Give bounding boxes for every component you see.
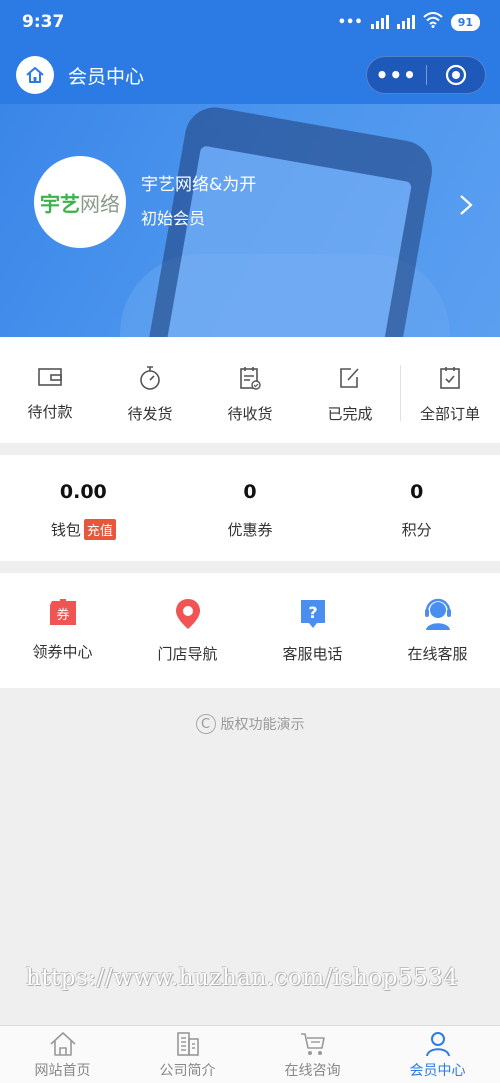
asset-wallet[interactable]: 0.00 钱包 充值 [0, 455, 167, 561]
timer-icon [140, 366, 160, 390]
building-icon [176, 1032, 199, 1056]
tab-label: 会员中心 [409, 1063, 466, 1079]
service-label: 客服电话 [282, 645, 343, 663]
location-pin-icon [175, 599, 200, 629]
asset-coupons[interactable]: 0 优惠券 [167, 455, 334, 561]
services-row: 券 领券中心 门店导航 ? 客服电话 在线客服 [0, 573, 500, 688]
asset-points[interactable]: 0 积分 [333, 455, 500, 561]
wallet-balance: 0.00 [59, 481, 107, 503]
order-label: 全部订单 [419, 405, 480, 423]
asset-label: 钱包 充值 [51, 519, 116, 540]
order-completed[interactable]: 已完成 [300, 337, 400, 443]
bottom-tab-bar: 网站首页 公司简介 在线咨询 会员中心 [0, 1025, 500, 1083]
copyright-text: 版权功能演示 [220, 717, 305, 733]
order-status-row: 待付款 待发货 待收货 已完成 全部订单 [0, 337, 500, 443]
service-coupon-center[interactable]: 券 领券中心 [0, 573, 125, 688]
service-online-support[interactable]: 在线客服 [375, 573, 500, 688]
coupon-icon: 券 [49, 599, 76, 625]
tab-member-center[interactable]: 会员中心 [375, 1026, 500, 1083]
help-bubble-icon: ? [300, 600, 325, 628]
user-icon [425, 1032, 450, 1057]
service-label: 门店导航 [157, 645, 218, 663]
service-label: 在线客服 [407, 645, 468, 663]
home-button[interactable] [16, 56, 54, 94]
order-pending-receipt[interactable]: 待收货 [200, 337, 300, 443]
asset-label: 优惠券 [227, 521, 273, 539]
avatar-logo: 宇艺网络 [40, 191, 120, 216]
order-label: 待发货 [127, 405, 173, 423]
target-icon [445, 64, 466, 86]
copyright-icon: C [195, 714, 216, 734]
svg-text:券: 券 [56, 607, 69, 623]
user-name: 宇艺网络&为开 [141, 175, 257, 195]
battery-indicator: 91 [450, 13, 480, 31]
watermark: https://www.huzhan.com/ishop5534 [26, 965, 459, 991]
svg-text:?: ? [308, 603, 317, 622]
order-all[interactable]: 全部订单 [400, 337, 500, 443]
checklist-icon [440, 367, 460, 389]
member-level: 初始会员 [141, 209, 206, 228]
assets-row: 0.00 钱包 充值 0 优惠券 0 积分 [0, 455, 500, 561]
copyright-notice: C 版权功能演示 [0, 714, 500, 734]
service-hotline[interactable]: ? 客服电话 [250, 573, 375, 688]
tab-label: 公司简介 [159, 1063, 216, 1079]
profile-banner[interactable]: 宇艺网络 宇艺网络&为开 初始会员 [0, 104, 500, 337]
headset-agent-icon [424, 598, 451, 630]
signal-icon-2 [396, 15, 415, 29]
signal-icon [370, 15, 389, 29]
status-icons: ••• 91 [338, 12, 480, 32]
recharge-badge[interactable]: 充值 [83, 519, 116, 540]
wifi-icon [423, 12, 443, 32]
more-button[interactable]: ••• [367, 63, 426, 87]
tab-about[interactable]: 公司简介 [125, 1026, 250, 1083]
tab-consult[interactable]: 在线咨询 [250, 1026, 375, 1083]
order-label: 待付款 [27, 403, 73, 421]
tab-label: 在线咨询 [284, 1063, 341, 1079]
tab-home[interactable]: 网站首页 [0, 1026, 125, 1083]
dots-icon: ••• [337, 14, 363, 30]
calendar-check-icon [240, 367, 261, 390]
mini-program-capsule: ••• [366, 56, 486, 94]
chevron-right-icon[interactable] [458, 194, 474, 216]
page-title: 会员中心 [68, 66, 145, 88]
cart-icon [300, 1033, 325, 1055]
home-icon [49, 1032, 76, 1056]
avatar[interactable]: 宇艺网络 [34, 156, 126, 248]
close-button[interactable] [426, 64, 485, 86]
home-icon [26, 67, 44, 83]
order-label: 待收货 [227, 405, 273, 423]
nav-bar: 会员中心 ••• [0, 46, 500, 104]
tab-label: 网站首页 [34, 1063, 91, 1079]
points-count: 0 [410, 481, 424, 503]
coupon-count: 0 [243, 481, 257, 503]
order-label: 已完成 [327, 405, 373, 423]
order-pending-payment[interactable]: 待付款 [0, 337, 100, 443]
wallet-icon [38, 368, 62, 386]
status-time: 9:37 [22, 12, 65, 32]
service-label: 领券中心 [32, 643, 93, 661]
edit-icon [340, 368, 359, 388]
status-bar: 9:37 ••• 91 [0, 0, 500, 46]
asset-label: 积分 [401, 521, 432, 539]
order-pending-shipment[interactable]: 待发货 [100, 337, 200, 443]
service-store-navigation[interactable]: 门店导航 [125, 573, 250, 688]
